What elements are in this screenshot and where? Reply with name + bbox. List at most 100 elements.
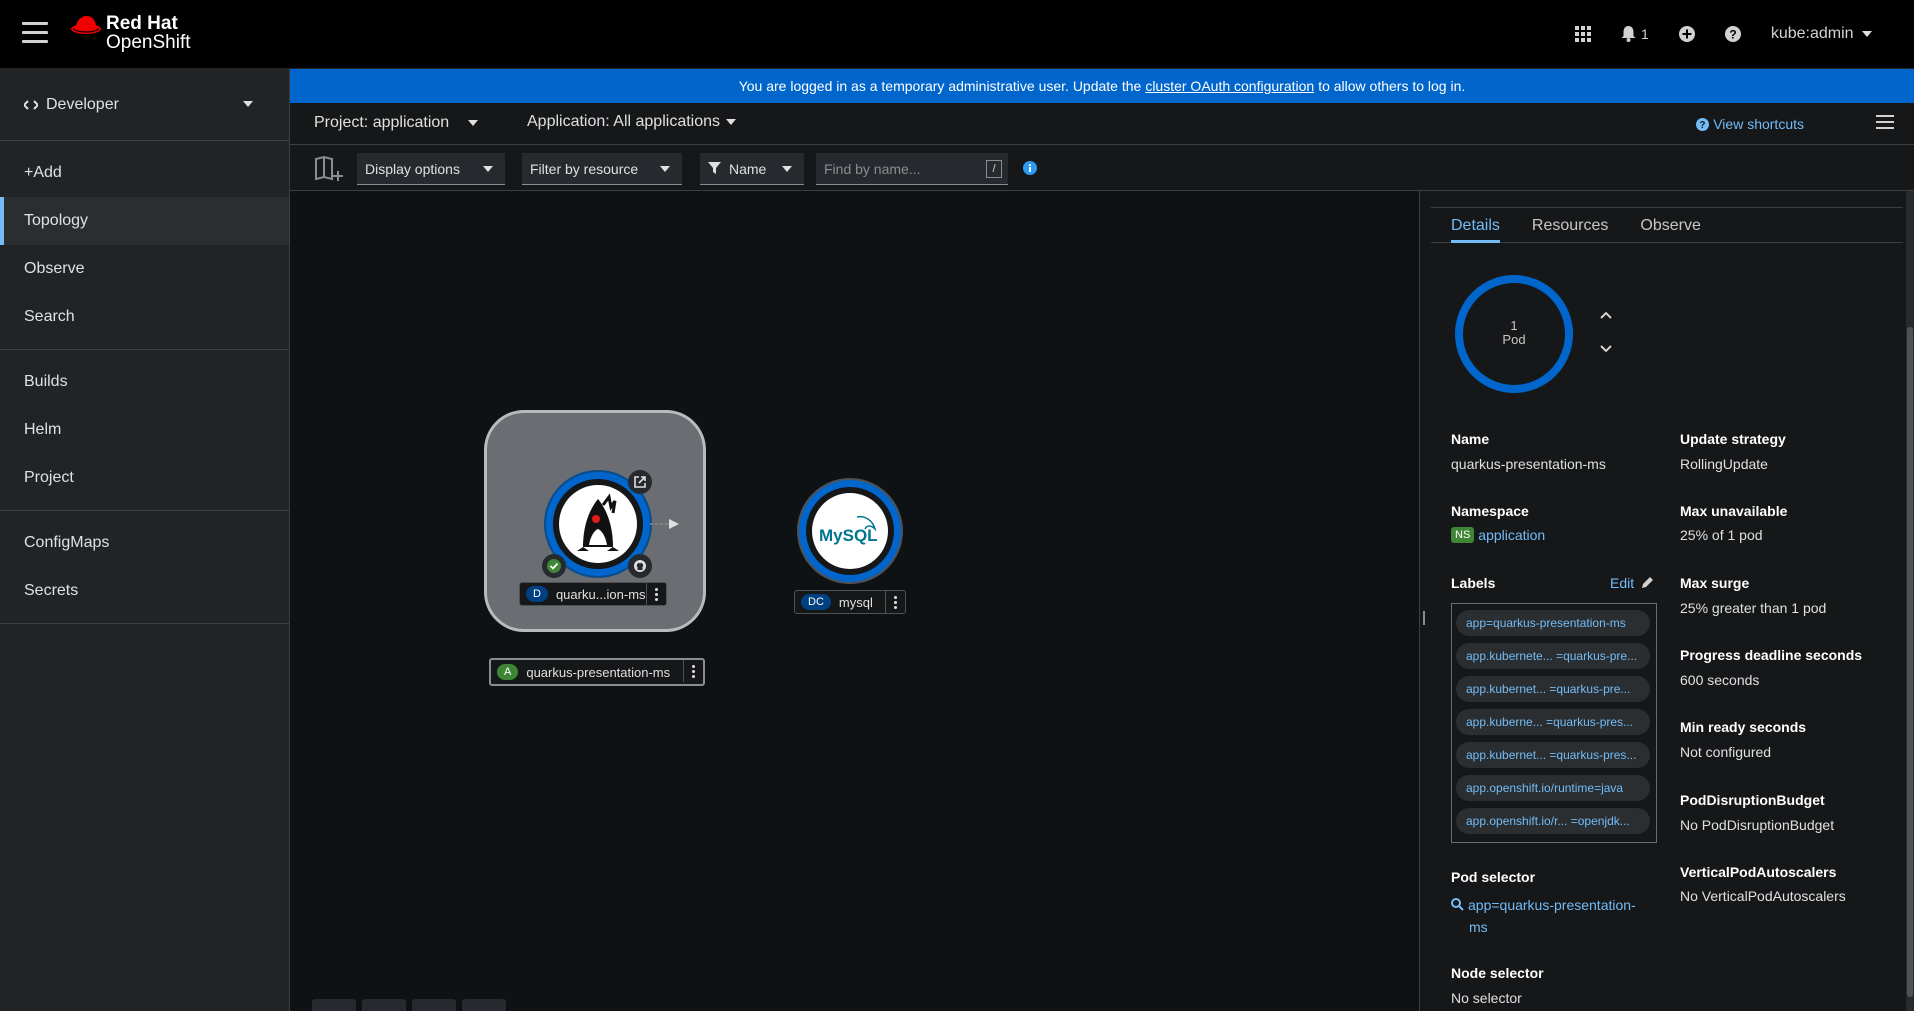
kebab-icon[interactable] [646, 583, 666, 605]
nav-group: +Add Topology Observe Search [0, 141, 289, 350]
sidebar-item-topology[interactable]: Topology [0, 197, 289, 245]
pod-selector-line2: ms [1469, 919, 1488, 935]
namespace-link[interactable]: application [1478, 527, 1545, 543]
label-chip[interactable]: app.kubernete... =quarkus-pre... [1456, 643, 1650, 669]
info-icon[interactable] [1023, 161, 1037, 180]
user-name: kube:admin [1770, 25, 1854, 42]
pencil-icon [1642, 577, 1654, 588]
search-icon [1451, 898, 1464, 911]
svg-text:?: ? [1700, 120, 1706, 131]
filter-type-label: Name [729, 160, 767, 177]
progress-deadline-label: Progress deadline seconds [1680, 647, 1863, 663]
view-shortcuts-link[interactable]: ? View shortcuts [1696, 116, 1804, 132]
details-side-panel: Details Resources Observe 1 Pod Name quark… [1431, 191, 1914, 1011]
app-launcher-icon[interactable] [1575, 26, 1592, 42]
sidebar-item-builds[interactable]: Builds [0, 358, 289, 406]
caret-down-icon [1862, 30, 1872, 37]
mysql-name: mysql [838, 594, 873, 610]
panel-resize-handle[interactable] [1419, 191, 1431, 1011]
topology-toolbar: Display options Filter by resource Name … [290, 145, 1914, 191]
sidebar-nav: Developer +Add Topology Observe Search Build… [0, 69, 290, 1011]
menu-icon[interactable] [22, 22, 48, 44]
find-by-name-input[interactable]: Find by name... / [816, 153, 1008, 185]
svg-text:?: ? [1729, 28, 1736, 42]
caret-down-icon [726, 118, 737, 125]
sidebar-item-search[interactable]: Search [0, 293, 289, 341]
display-options-dropdown[interactable]: Display options [357, 153, 505, 185]
build-status-icon[interactable] [542, 554, 566, 578]
pod-selector-line1: app=quarkus-presentation- [1468, 897, 1636, 913]
zoom-controls[interactable] [312, 999, 512, 1011]
sidebar-item-secrets[interactable]: Secrets [0, 567, 289, 615]
labels-edit-button[interactable]: Edit [1610, 575, 1654, 591]
min-ready-label: Min ready seconds [1680, 719, 1807, 735]
list-view-icon[interactable] [1876, 115, 1894, 133]
connector-arrow-icon [650, 519, 679, 529]
external-link-icon[interactable] [628, 470, 652, 494]
label-chip[interactable]: app.kubernet... =quarkus-pres... [1456, 742, 1650, 768]
filter-by-resource-dropdown[interactable]: Filter by resource [522, 153, 682, 185]
scale-down-icon[interactable] [1599, 341, 1613, 357]
nav-group: ConfigMaps Secrets [0, 511, 289, 624]
project-dropdown[interactable]: Project: application [314, 114, 478, 132]
scale-up-icon[interactable] [1599, 307, 1613, 323]
sidebar-item-add[interactable]: +Add [0, 149, 289, 197]
label-chip[interactable]: app.kubernet... =quarkus-pre... [1456, 676, 1650, 702]
caret-down-icon [483, 166, 493, 172]
label-chip[interactable]: app.kuberne... =quarkus-pres... [1456, 709, 1650, 735]
vpa-label: VerticalPodAutoscalers [1680, 864, 1837, 880]
deployment-node-label[interactable]: D quarku...ion-ms [519, 582, 667, 606]
oauth-config-link[interactable]: cluster OAuth configuration [1145, 78, 1314, 94]
pod-count: 1 [1510, 318, 1518, 333]
sidebar-item-configmaps[interactable]: ConfigMaps [0, 519, 289, 567]
namespace-badge: NS [1451, 527, 1475, 543]
sidebar-item-helm[interactable]: Helm [0, 406, 289, 454]
node-selector-label: Node selector [1451, 965, 1544, 981]
help-icon[interactable]: ? [1724, 26, 1741, 42]
plus-circle-icon[interactable] [1678, 26, 1695, 42]
question-circle-icon: ? [1696, 118, 1710, 131]
search-placeholder: Find by name... [824, 160, 921, 177]
application-label: Application: All applications [527, 113, 721, 130]
tab-details[interactable]: Details [1451, 208, 1500, 243]
labels-list[interactable]: app=quarkus-presentation-ms app.kubernete… [1451, 603, 1657, 843]
panel-scrollbar[interactable] [1906, 191, 1914, 1011]
mysql-logo-icon: MySQL [819, 515, 878, 545]
application-dropdown[interactable]: Application: All applications [527, 113, 737, 131]
code-icon [24, 99, 38, 110]
filter-type-dropdown[interactable]: Name [700, 153, 804, 185]
mysql-logo-text: MySQL [819, 526, 878, 545]
display-options-label: Display options [365, 160, 460, 177]
notifications-button[interactable]: 1 [1621, 26, 1649, 42]
tab-resources[interactable]: Resources [1532, 208, 1608, 243]
kebab-icon[interactable] [683, 660, 703, 682]
filter-resource-label: Filter by resource [530, 160, 639, 177]
mysql-badge: DC [801, 594, 831, 610]
topology-canvas[interactable]: D quarku...ion-ms MySQL DC mysql A quark… [290, 191, 1419, 1011]
pod-selector-link[interactable]: app=quarkus-presentation- ms [1451, 894, 1636, 938]
mysql-node-label[interactable]: DC mysql [794, 590, 906, 614]
banner-prefix: You are logged in as a temporary adminis… [738, 78, 1142, 94]
brand-line1: Red Hat [106, 13, 178, 34]
application-name: quarkus-presentation-ms [526, 664, 671, 680]
label-chip[interactable]: app.openshift.io/runtime=java [1456, 775, 1650, 801]
name-value: quarkus-presentation-ms [1451, 456, 1606, 472]
sidebar-item-observe[interactable]: Observe [0, 245, 289, 293]
brand-logo[interactable]: Red Hat OpenShift [70, 14, 191, 52]
max-surge-value: 25% greater than 1 pod [1680, 600, 1827, 616]
update-strategy-value: RollingUpdate [1680, 456, 1768, 472]
tab-observe[interactable]: Observe [1640, 208, 1700, 243]
sidebar-item-project[interactable]: Project [0, 454, 289, 502]
perspective-switcher[interactable]: Developer [0, 69, 289, 141]
vpa-value: No VerticalPodAutoscalers [1680, 888, 1846, 904]
labels-label: Labels [1451, 575, 1496, 591]
quick-search-icon[interactable] [314, 155, 344, 188]
github-icon[interactable] [628, 554, 652, 578]
kebab-icon[interactable] [885, 591, 905, 613]
user-menu[interactable]: kube:admin [1771, 25, 1872, 43]
namespace-value[interactable]: NS application [1451, 527, 1545, 543]
label-chip[interactable]: app=quarkus-presentation-ms [1456, 610, 1650, 636]
application-group-label[interactable]: A quarkus-presentation-ms [489, 658, 705, 686]
label-chip[interactable]: app.openshift.io/r... =openjdk... [1456, 808, 1650, 834]
mysql-node[interactable]: MySQL [799, 480, 901, 582]
